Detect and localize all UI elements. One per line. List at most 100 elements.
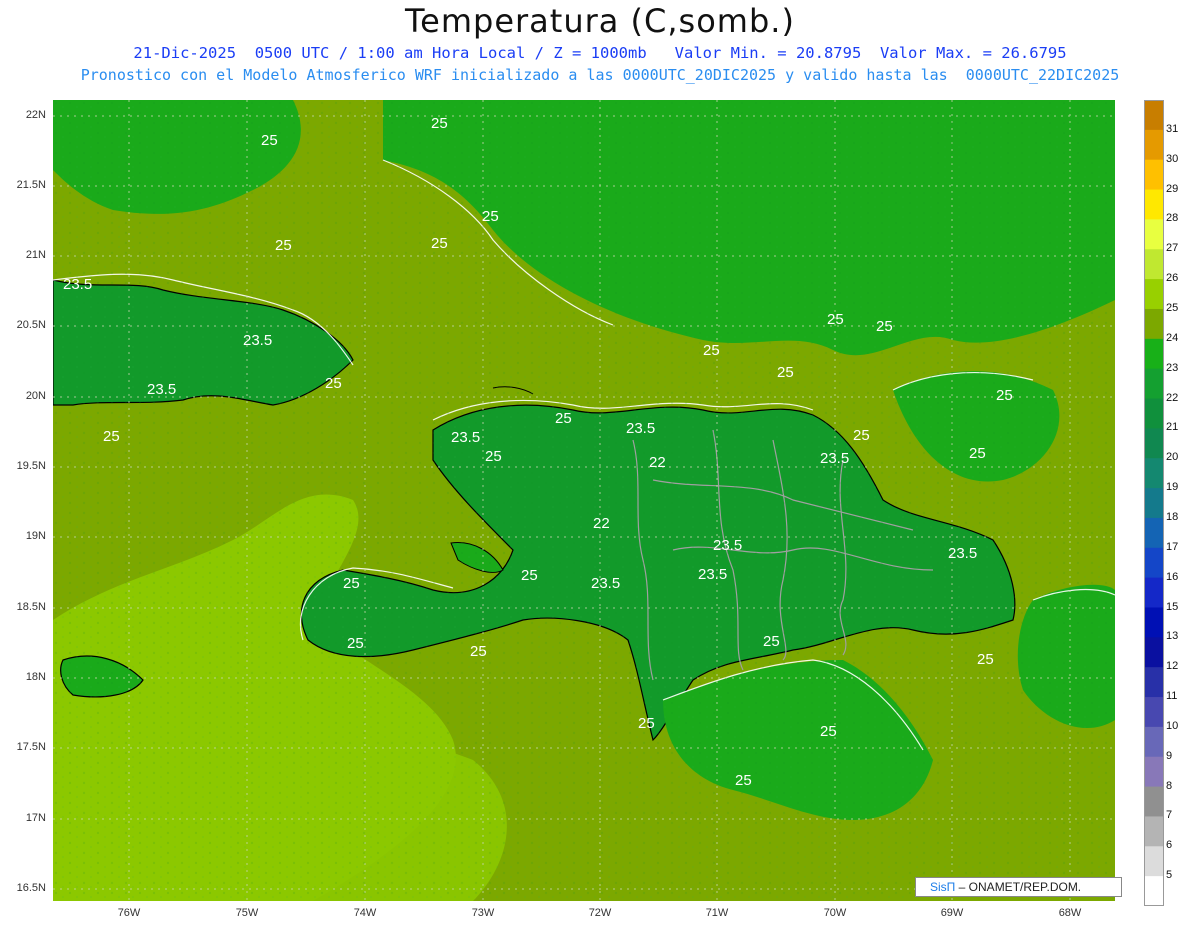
credit-brand: SisΠ: [930, 880, 956, 894]
colorbar-swatch: [1144, 517, 1164, 549]
colorbar-swatch: [1144, 189, 1164, 220]
colorbar-label: 21: [1166, 421, 1179, 434]
contour-label: 23.5: [820, 450, 849, 467]
lon-label: 72W: [588, 907, 612, 919]
contour-label: 25: [325, 375, 342, 392]
colorbar-swatch: [1144, 129, 1164, 161]
colorbar-swatch: [1144, 667, 1164, 698]
colorbar-swatch: [1144, 697, 1164, 728]
contour-label: 25: [275, 237, 292, 254]
colorbar-label: 30: [1166, 152, 1179, 165]
contour-label: 23.5: [243, 332, 272, 349]
subtitle-valid-time: 21-Dic-2025 0500 UTC / 1:00 am Hora Loca…: [133, 44, 1067, 62]
colorbar-swatch: [1144, 458, 1164, 489]
colorbar-label: 24: [1166, 331, 1179, 344]
colorbar-label: 8: [1166, 779, 1173, 792]
colorbar-swatch: [1144, 100, 1164, 131]
contour-label: 25: [555, 410, 572, 427]
colorbar-label: 15: [1166, 600, 1179, 613]
contour-label: 23.5: [451, 429, 480, 446]
contour-label: 25: [103, 428, 120, 445]
contour-label: 25: [703, 342, 720, 359]
contour-label: 25: [470, 643, 487, 660]
colorbar-label: 5: [1166, 869, 1173, 882]
colorbar-label: 31: [1166, 122, 1179, 135]
colorbar-label: 7: [1166, 809, 1173, 822]
lat-label: 19N: [25, 530, 46, 542]
colorbar-swatch: [1144, 428, 1164, 459]
colorbar-swatch: [1144, 368, 1164, 400]
contour-label: 25: [521, 567, 538, 584]
lon-label: 69W: [940, 907, 964, 919]
contour-label: 25: [638, 715, 655, 732]
contour-label: 22: [593, 515, 610, 532]
lat-label: 18N: [25, 671, 46, 683]
contour-label: 25: [431, 115, 448, 132]
colorbar-swatch: [1144, 726, 1164, 758]
lon-label: 71W: [705, 907, 729, 919]
colorbar-label: 13: [1166, 630, 1179, 643]
lat-label: 20N: [25, 390, 46, 402]
lat-label: 16.5N: [16, 882, 46, 894]
colorbar-label: 19: [1166, 481, 1179, 494]
lon-label: 74W: [353, 907, 377, 919]
colorbar-label: 12: [1166, 660, 1179, 673]
colorbar-swatch: [1144, 159, 1164, 191]
contour-label: 23.5: [147, 381, 176, 398]
colorbar-label: 6: [1166, 839, 1173, 852]
colorbar-swatch: [1144, 577, 1164, 608]
lat-label: 17N: [25, 812, 46, 824]
contour-label: 25: [876, 318, 893, 335]
colorbar-swatch: [1144, 338, 1164, 370]
contour-label: 25: [820, 723, 837, 740]
colorbar-label: 26: [1166, 272, 1179, 285]
colorbar-swatch: [1144, 219, 1164, 250]
contour-label: 23.5: [591, 575, 620, 592]
colorbar-label: 18: [1166, 510, 1179, 523]
colorbar-label: 9: [1166, 749, 1173, 762]
lon-label: 73W: [471, 907, 495, 919]
lat-label: 18.5N: [16, 601, 46, 613]
lon-label: 68W: [1058, 907, 1082, 919]
contour-label: 25: [853, 427, 870, 444]
colorbar-swatch: [1144, 488, 1164, 519]
colorbar-swatch: [1144, 547, 1164, 579]
contour-label: 25: [977, 651, 994, 668]
colorbar-swatch: [1144, 249, 1164, 280]
colorbar: [1144, 100, 1164, 906]
colorbar-swatch: [1144, 816, 1164, 847]
lat-label: 22N: [25, 109, 46, 121]
colorbar-swatch: [1144, 398, 1164, 429]
colorbar-swatch: [1144, 756, 1164, 788]
contour-label: 25: [827, 311, 844, 328]
lat-label: 21.5N: [16, 179, 46, 191]
contour-label: 23.5: [63, 276, 92, 293]
page-title: Temperatura (C,somb.): [405, 2, 795, 40]
contour-label: 23.5: [948, 545, 977, 562]
credit-text: – ONAMET/REP.DOM.: [955, 880, 1082, 894]
lat-label: 19.5N: [16, 460, 46, 472]
colorbar-label: 22: [1166, 391, 1179, 404]
colorbar-swatch: [1144, 607, 1164, 638]
colorbar-swatch: [1144, 876, 1164, 906]
contour-label: 23.5: [626, 420, 655, 437]
colorbar-label: 17: [1166, 540, 1179, 553]
colorbar-swatch: [1144, 308, 1164, 340]
colorbar-label: 16: [1166, 570, 1179, 583]
colorbar-swatch: [1144, 637, 1164, 668]
colorbar-label: 28: [1166, 212, 1179, 225]
lon-label: 76W: [117, 907, 141, 919]
contour-label: 23.5: [698, 566, 727, 583]
colorbar-label: 27: [1166, 242, 1179, 255]
contour-label: 25: [763, 633, 780, 650]
contour-label: 25: [485, 448, 502, 465]
contour-label: 23.5: [713, 537, 742, 554]
contour-label: 25: [261, 132, 278, 149]
contour-label: 25: [777, 364, 794, 381]
contour-label: 25: [482, 208, 499, 225]
colorbar-swatch: [1144, 279, 1164, 310]
subtitle-model-info: Pronostico con el Modelo Atmosferico WRF…: [80, 66, 1120, 84]
contour-label: 25: [343, 575, 360, 592]
colorbar-swatch: [1144, 786, 1164, 817]
lat-label: 20.5N: [16, 319, 46, 331]
